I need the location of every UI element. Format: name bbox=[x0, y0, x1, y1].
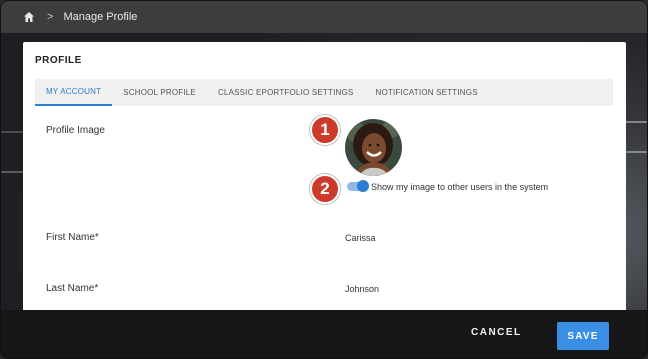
callout-badge-2: 2 bbox=[310, 174, 340, 204]
breadcrumb-current[interactable]: Manage Profile bbox=[63, 11, 137, 23]
background-streak bbox=[626, 151, 647, 153]
app-window: > Manage Profile PROFILE MY ACCOUNT SCHO… bbox=[0, 0, 648, 359]
show-image-toggle-label: Show my image to other users in the syst… bbox=[371, 182, 549, 192]
dialog-title: PROFILE bbox=[35, 55, 82, 66]
last-name-label: Last Name* bbox=[46, 283, 99, 294]
cancel-button[interactable]: CANCEL bbox=[471, 327, 522, 338]
tab-classic-eportfolio-settings[interactable]: CLASSIC EPORTFOLIO SETTINGS bbox=[207, 79, 365, 106]
first-name-label: First Name* bbox=[46, 232, 99, 243]
tab-my-account[interactable]: MY ACCOUNT bbox=[35, 79, 113, 106]
background-streak bbox=[1, 131, 23, 133]
dialog-footer: CANCEL SAVE bbox=[1, 310, 647, 358]
tab-notification-settings[interactable]: NOTIFICATION SETTINGS bbox=[364, 79, 488, 106]
home-icon[interactable] bbox=[23, 11, 35, 23]
callout-badge-1: 1 bbox=[310, 115, 340, 145]
tab-bar: MY ACCOUNT SCHOOL PROFILE CLASSIC EPORTF… bbox=[35, 79, 613, 106]
profile-avatar[interactable] bbox=[345, 119, 402, 176]
tab-school-profile[interactable]: SCHOOL PROFILE bbox=[112, 79, 207, 106]
avatar-image bbox=[345, 119, 402, 176]
first-name-field[interactable]: Carissa bbox=[345, 233, 376, 243]
profile-image-label: Profile Image bbox=[46, 125, 105, 136]
breadcrumb-separator: > bbox=[47, 11, 54, 23]
save-button[interactable]: SAVE bbox=[557, 322, 609, 350]
background-streak bbox=[1, 171, 23, 173]
toggle-knob bbox=[357, 180, 369, 192]
show-image-toggle[interactable] bbox=[347, 180, 369, 192]
last-name-field[interactable]: Johnson bbox=[345, 284, 379, 294]
top-bar: > Manage Profile bbox=[1, 1, 647, 33]
